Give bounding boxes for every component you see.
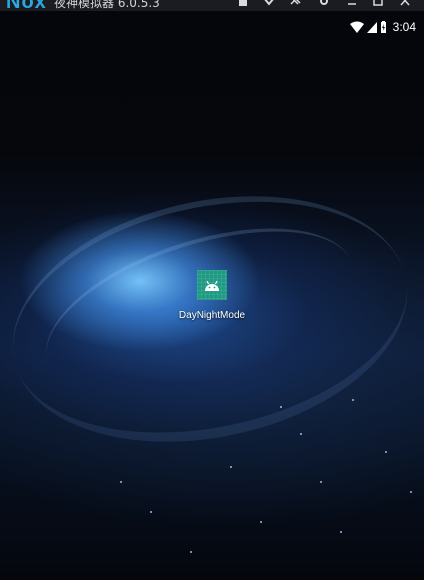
- star: [352, 399, 354, 401]
- star: [300, 433, 302, 435]
- app-label[interactable]: DayNightMode: [176, 310, 248, 321]
- star: [230, 466, 232, 468]
- window-title: 夜神模拟器 6.0.5.3: [54, 0, 160, 10]
- wifi-icon: [349, 18, 364, 37]
- minimize-icon[interactable]: [345, 0, 359, 9]
- pin-icon[interactable]: [288, 0, 302, 9]
- nox-logo: Nox: [6, 0, 47, 11]
- clock: 3:04: [392, 20, 416, 34]
- star: [190, 551, 192, 553]
- star: [340, 531, 342, 533]
- star: [260, 521, 262, 523]
- maximize-icon[interactable]: [371, 0, 385, 9]
- chevron-down-icon[interactable]: [262, 0, 276, 9]
- star: [150, 511, 152, 513]
- android-status-bar: 3:04: [349, 18, 416, 37]
- star: [280, 406, 282, 408]
- battery-charging-icon: [380, 18, 387, 37]
- star: [120, 481, 122, 483]
- app-shortcut-daynightmode[interactable]: DayNightMode: [176, 270, 248, 321]
- star: [410, 491, 412, 493]
- star: [320, 481, 322, 483]
- close-icon[interactable]: [398, 0, 412, 9]
- star: [385, 451, 387, 453]
- android-icon[interactable]: [197, 270, 227, 300]
- cell-signal-icon: [366, 18, 377, 37]
- emulator-title-bar: Nox 夜神模拟器 6.0.5.3: [0, 0, 424, 11]
- shirt-icon[interactable]: [236, 0, 250, 9]
- gear-icon[interactable]: [317, 0, 331, 9]
